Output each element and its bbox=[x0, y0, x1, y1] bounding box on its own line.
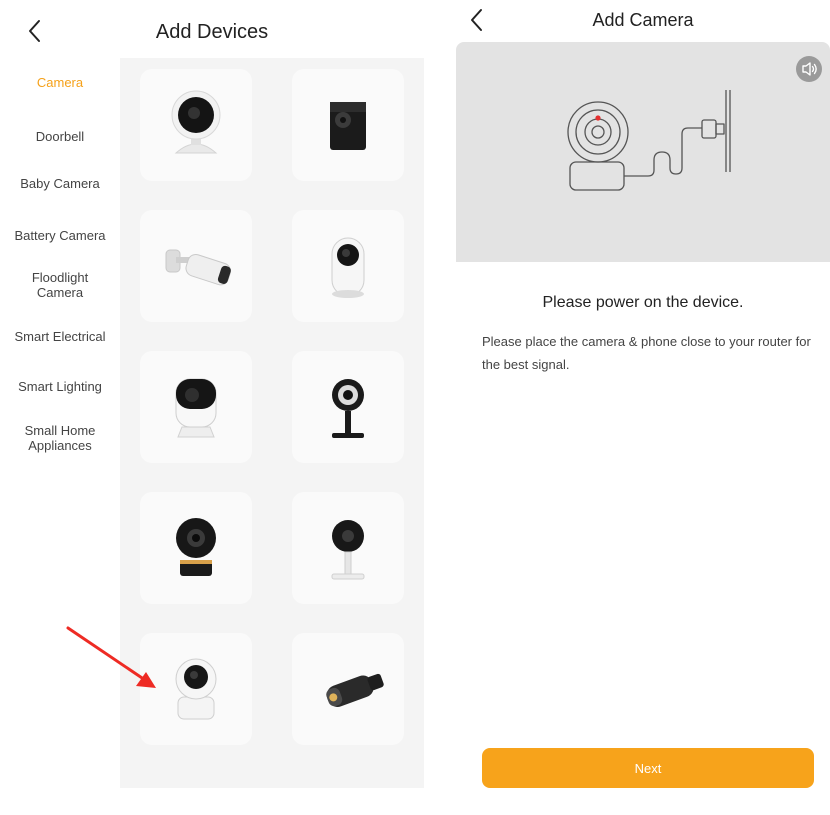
category-camera[interactable]: Camera bbox=[0, 75, 120, 90]
dome-camera-icon bbox=[171, 90, 221, 154]
next-button[interactable]: Next bbox=[482, 748, 814, 788]
top-bar: Add Devices bbox=[0, 0, 424, 58]
placement-hint: Please place the camera & phone close to… bbox=[482, 334, 811, 372]
black-cube-camera-icon bbox=[176, 518, 216, 576]
outdoor-bullet-camera-icon bbox=[326, 673, 384, 707]
device-tile[interactable] bbox=[292, 351, 404, 463]
category-smart-electrical[interactable]: Smart Electrical bbox=[0, 329, 120, 344]
category-small-home-appliances[interactable]: Small Home Appliances bbox=[0, 423, 120, 453]
white-stand-camera-icon bbox=[331, 520, 365, 580]
power-on-heading: Please power on the device. bbox=[542, 294, 744, 311]
camera-power-icon bbox=[567, 90, 731, 191]
device-tile[interactable] bbox=[292, 210, 404, 322]
white-cube-camera-icon bbox=[175, 378, 217, 438]
device-tile[interactable] bbox=[292, 492, 404, 604]
category-doorbell[interactable]: Doorbell bbox=[0, 129, 120, 144]
category-baby-camera[interactable]: Baby Camera bbox=[0, 176, 120, 191]
device-tile[interactable] bbox=[140, 492, 252, 604]
black-box-camera-icon bbox=[330, 102, 366, 150]
speaker-icon[interactable] bbox=[796, 56, 822, 82]
red-arrow-icon bbox=[66, 626, 156, 688]
bullet-camera-icon bbox=[165, 249, 231, 286]
white-pill-camera-icon bbox=[331, 237, 365, 298]
device-tile[interactable] bbox=[140, 210, 252, 322]
category-sidebar: Camera Doorbell Baby Camera Battery Came… bbox=[0, 58, 120, 815]
page-title: Add Devices bbox=[155, 21, 269, 43]
device-tile[interactable] bbox=[292, 633, 404, 745]
add-camera-screen: Add Camera Please power on the device. P… bbox=[456, 0, 830, 815]
black-stand-camera-icon bbox=[332, 379, 364, 438]
page-title: Add Camera bbox=[592, 10, 694, 30]
add-devices-screen: Add Devices Camera Doorbell Baby Camera … bbox=[0, 0, 424, 815]
device-tile[interactable] bbox=[140, 351, 252, 463]
device-tile[interactable] bbox=[140, 69, 252, 181]
top-bar: Add Camera bbox=[456, 0, 830, 42]
device-tile[interactable] bbox=[292, 69, 404, 181]
power-on-illustration bbox=[456, 42, 830, 262]
category-battery-camera[interactable]: Battery Camera bbox=[0, 228, 120, 243]
category-floodlight-camera[interactable]: Floodlight Camera bbox=[0, 270, 120, 300]
category-smart-lighting[interactable]: Smart Lighting bbox=[0, 379, 120, 394]
